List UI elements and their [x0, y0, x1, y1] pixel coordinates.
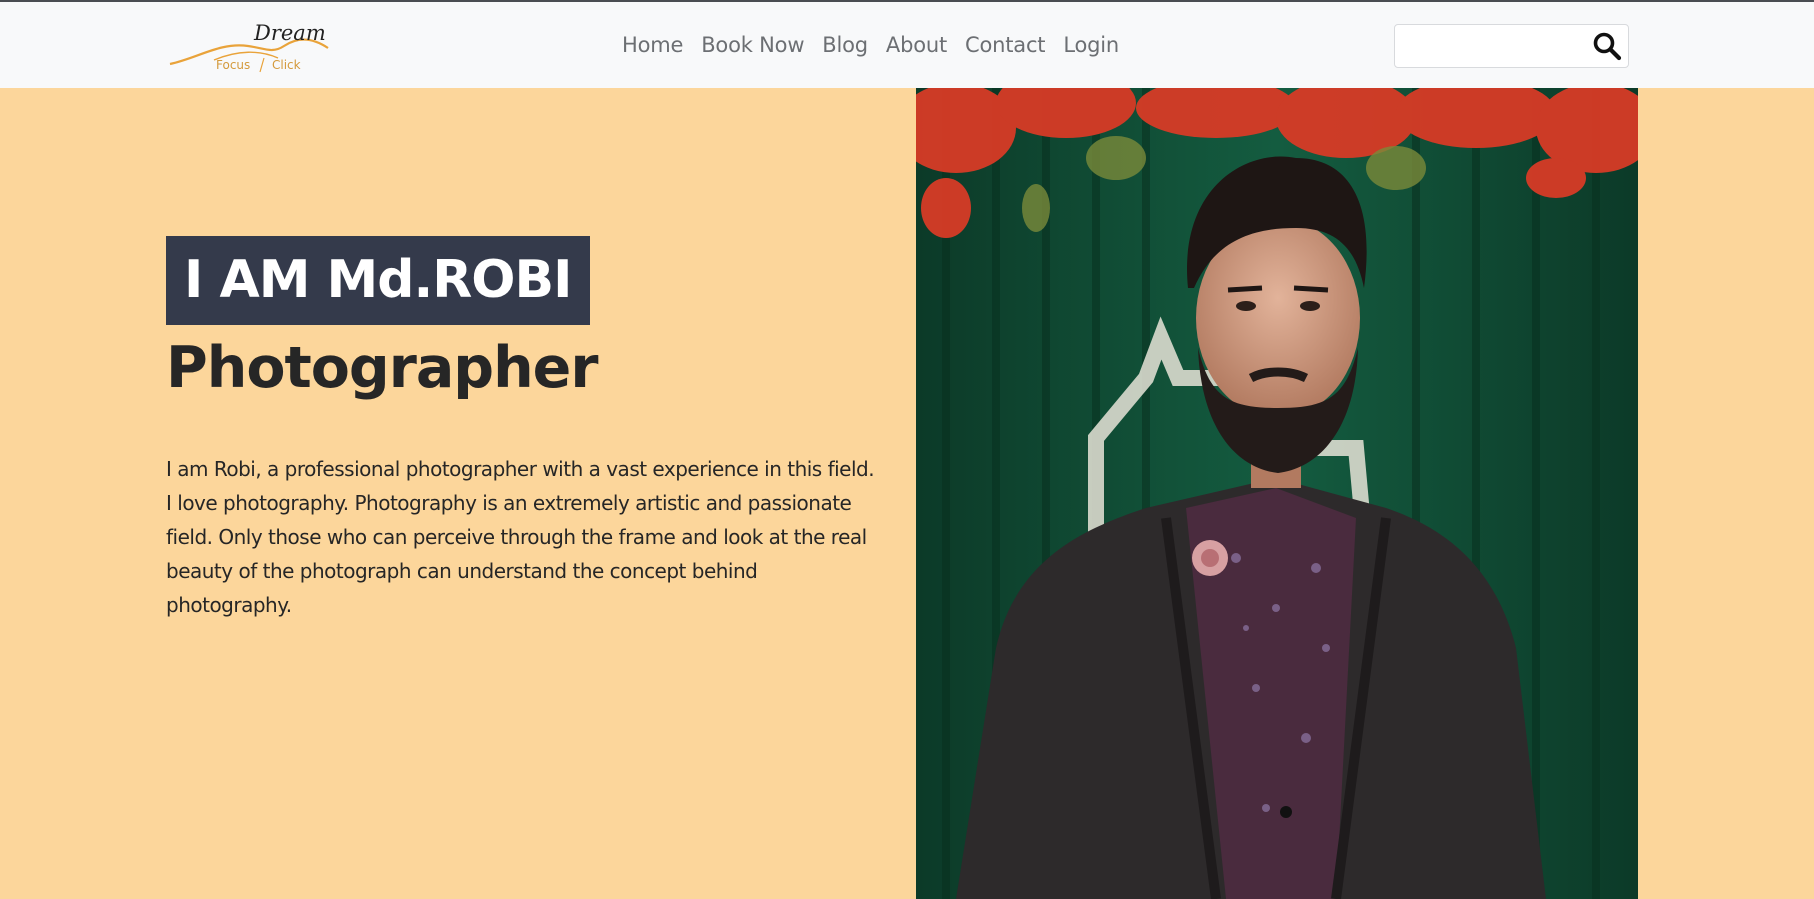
search-input[interactable] [1395, 25, 1585, 67]
nav-link-blog[interactable]: Blog [822, 33, 868, 57]
nav-item-book-now: Book Now [701, 33, 804, 57]
portrait-image [916, 88, 1638, 899]
navbar: Dream Focus Click Home Book Now Blog Abo… [0, 2, 1814, 88]
hero-section: I AM Md.ROBI Photographer I am Robi, a p… [0, 88, 1814, 899]
logo-left-text: Focus [216, 58, 250, 72]
hero-name-badge: I AM Md.ROBI [166, 236, 590, 325]
hero-bio-text: I am Robi, a professional photographer w… [166, 457, 875, 617]
search-button[interactable] [1592, 31, 1622, 61]
nav-link-login[interactable]: Login [1063, 33, 1119, 57]
portrait-photo [916, 88, 1638, 899]
nav-link-book-now[interactable]: Book Now [701, 33, 804, 57]
nav-item-contact: Contact [965, 33, 1046, 57]
logo-graphic: Dream Focus Click [169, 21, 329, 73]
logo-script-text: Dream [253, 21, 326, 45]
nav-link-home[interactable]: Home [622, 33, 683, 57]
search-icon [1593, 32, 1622, 61]
nav-item-about: About [886, 33, 947, 57]
nav-item-blog: Blog [822, 33, 868, 57]
nav-link-about[interactable]: About [886, 33, 947, 57]
nav-link-contact[interactable]: Contact [965, 33, 1046, 57]
logo-right-text: Click [272, 58, 301, 72]
nav-item-login: Login [1063, 33, 1119, 57]
nav-item-home: Home [622, 33, 683, 57]
search-box [1394, 24, 1629, 68]
nav-menu: Home Book Now Blog About Contact Login [622, 2, 1119, 88]
brand-logo[interactable]: Dream Focus Click [168, 20, 330, 74]
hero-role-title: Photographer [166, 335, 598, 401]
